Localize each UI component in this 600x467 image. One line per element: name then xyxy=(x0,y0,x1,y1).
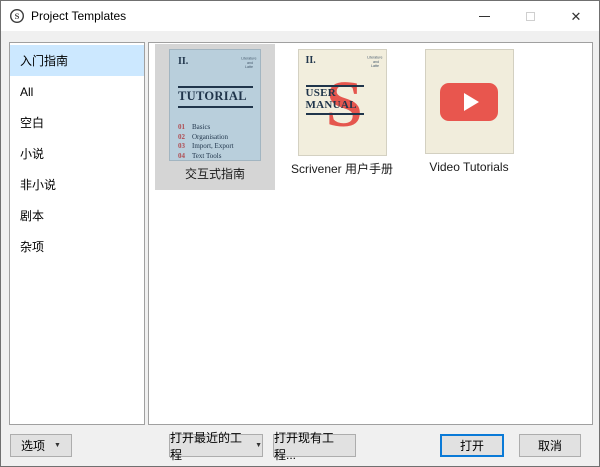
template-interactive-tutorial[interactable]: II. Literature and Latte TUTORIAL 01 Basi… xyxy=(155,44,275,190)
literature-latte-logo: II. xyxy=(305,55,316,66)
project-templates-dialog: S Project Templates ✕ 入门指南 All 空白 小说 非小说… xyxy=(0,0,600,467)
sidebar-item-getting-started[interactable]: 入门指南 xyxy=(10,45,144,76)
template-label: 交互式指南 xyxy=(184,167,245,181)
tutorial-cover-title: TUTORIAL xyxy=(178,86,253,109)
maximize-icon xyxy=(525,11,535,21)
toc-text: Import, Export xyxy=(192,142,234,151)
scrivener-logo-icon: S xyxy=(9,8,25,24)
chevron-down-icon: ▼ xyxy=(54,442,61,449)
publisher-text: Literature and Latte xyxy=(366,55,383,68)
sidebar-item-misc[interactable]: 杂项 xyxy=(10,231,144,262)
play-triangle-icon xyxy=(463,92,479,111)
toc-text: Basics xyxy=(192,123,211,132)
sidebar-item-all[interactable]: All xyxy=(10,76,144,107)
open-existing-project-button[interactable]: 打开现有工程... xyxy=(273,431,356,462)
tutorial-cover-thumbnail: II. Literature and Latte TUTORIAL 01 Basi… xyxy=(169,49,261,161)
youtube-play-icon xyxy=(440,82,498,121)
literature-latte-logo: II. xyxy=(178,56,189,67)
manual-cover-title: USER MANUAL xyxy=(305,85,364,116)
sidebar-item-blank[interactable]: 空白 xyxy=(10,107,144,138)
sidebar-item-nonfiction[interactable]: 非小说 xyxy=(10,169,144,200)
titlebar[interactable]: S Project Templates ✕ xyxy=(1,1,599,31)
window-title: Project Templates xyxy=(31,9,127,23)
toc-text: Text Tools xyxy=(192,151,222,160)
template-panel: II. Literature and Latte TUTORIAL 01 Basi… xyxy=(148,42,593,425)
minimize-icon xyxy=(478,15,490,17)
video-cover-thumbnail xyxy=(424,49,514,154)
minimize-button[interactable] xyxy=(461,1,507,31)
template-grid: II. Literature and Latte TUTORIAL 01 Basi… xyxy=(155,44,529,190)
toc-num: 02 xyxy=(178,132,185,141)
template-label: Scrivener 用户手册 xyxy=(290,162,394,176)
publisher-text: Literature and Latte xyxy=(241,56,257,69)
chevron-down-icon: ▼ xyxy=(255,442,262,449)
maximize-button[interactable] xyxy=(507,1,553,31)
tutorial-toc: 01 Basics 02 Organisation 03 Import, Export… xyxy=(178,123,253,160)
template-video-tutorials[interactable]: Video Tutorials xyxy=(409,44,529,190)
manual-cover-thumbnail: II. Literature and Latte USER MANUAL S xyxy=(297,49,387,156)
open-recent-project-button[interactable]: 打开最近的工程 ▼ xyxy=(169,431,263,462)
toc-num: 03 xyxy=(178,142,185,151)
close-icon: ✕ xyxy=(570,8,582,24)
toc-num: 04 xyxy=(178,151,185,160)
sidebar-item-scriptwriting[interactable]: 剧本 xyxy=(10,200,144,231)
template-label: Video Tutorials xyxy=(429,160,509,174)
toc-num: 01 xyxy=(178,123,185,132)
category-list: 入门指南 All 空白 小说 非小说 剧本 杂项 xyxy=(9,42,145,425)
toc-text: Organisation xyxy=(192,132,229,141)
open-button[interactable]: 打开 xyxy=(440,434,504,457)
svg-text:S: S xyxy=(15,11,20,21)
close-button[interactable]: ✕ xyxy=(553,1,599,31)
template-user-manual[interactable]: II. Literature and Latte USER MANUAL S S… xyxy=(282,44,402,190)
sidebar-item-fiction[interactable]: 小说 xyxy=(10,138,144,169)
cancel-button[interactable]: 取消 xyxy=(519,434,581,457)
options-button[interactable]: 选项 ▼ xyxy=(10,434,72,457)
